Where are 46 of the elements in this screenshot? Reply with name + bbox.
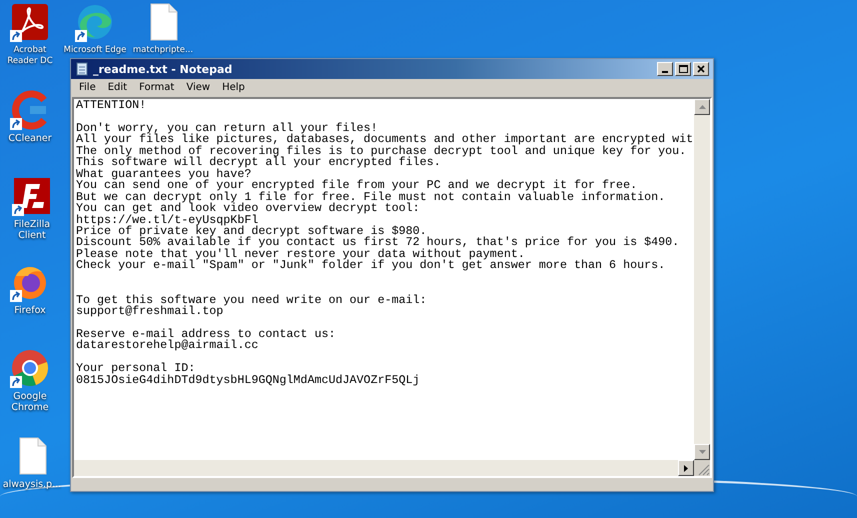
horizontal-scrollbar[interactable] xyxy=(74,460,694,476)
text-line: support@freshmail.top xyxy=(76,306,224,318)
close-icon xyxy=(697,65,705,73)
menu-item[interactable]: File xyxy=(73,81,102,94)
text-line: datarestorehelp@airmail.cc xyxy=(76,340,260,352)
text-line: Discount 50% available if you contact us first 72 hours, that's price for you is $490. xyxy=(76,237,680,249)
icon-label[interactable]: Microsoft Edge xyxy=(64,45,126,56)
menu-item[interactable]: Format xyxy=(133,81,180,94)
text-line: Reserve e-mail address to contact us: xyxy=(76,329,337,340)
icon-label[interactable]: Firefox xyxy=(14,305,46,316)
maximize-icon xyxy=(678,65,688,73)
icon-label[interactable]: CCleaner xyxy=(8,133,52,144)
text-line: All your files like pictures, databases, documents and other important are encrypted wit xyxy=(76,134,692,146)
browser-ball-icon[interactable] xyxy=(10,348,50,388)
minimize-button[interactable] xyxy=(657,62,673,76)
text-line: Please note that you'll never restore your data without payment. xyxy=(76,248,526,260)
menu-item[interactable]: Edit xyxy=(102,81,134,94)
fz-app-icon[interactable] xyxy=(12,176,52,216)
notepad-app-icon xyxy=(75,62,89,76)
scroll-right-icon[interactable] xyxy=(684,464,688,472)
text-line: You can send one of your encrypted file from your PC and we decrypt it for free. xyxy=(76,180,638,192)
text-line: This software will decrypt all your encrypted files. xyxy=(76,157,441,169)
menu-item[interactable]: View xyxy=(180,81,216,94)
text-line: The only method of recovering files is to purchase decrypt tool and unique key for you. xyxy=(76,146,688,158)
menu-item[interactable]: Help xyxy=(216,81,251,94)
text-line: Price of private key and decrypt software is $980. xyxy=(76,226,428,238)
text-line: Don't worry, you can return all your files! xyxy=(76,122,378,134)
text-line: But we can decrypt only 1 file for free. File must not contain valuable information. xyxy=(76,192,666,204)
text-line: What guarantees you have? xyxy=(76,168,252,180)
text-line: ATTENTION! xyxy=(76,100,148,112)
icon-label[interactable]: Acrobat Reader DC xyxy=(0,45,60,67)
icon-label[interactable]: FileZilla Client xyxy=(0,219,64,241)
icon-label[interactable]: matchpripte... xyxy=(132,45,194,56)
text-line: https://we.tl/t-eyUsqpKbFl xyxy=(76,214,258,226)
icon-label[interactable]: Google Chrome xyxy=(0,391,60,413)
pdf-app-icon[interactable] xyxy=(10,2,50,42)
icon-label[interactable]: alwaysis.p... xyxy=(2,479,62,490)
text-line: Check your e-mail "Spam" or "Junk" folder if you don't get answer more than 6 hours. xyxy=(76,260,666,272)
text-line: Your personal ID: xyxy=(76,363,196,375)
swirl-app-icon[interactable] xyxy=(75,2,115,42)
window-title: _readme.txt - Notepad xyxy=(93,62,234,76)
maximize-button[interactable] xyxy=(675,62,691,76)
text-line: To get this software you need write on our e-mail: xyxy=(76,294,428,306)
text-line: You can get and look video overview decrypt tool: xyxy=(76,203,421,215)
close-button[interactable] xyxy=(693,62,709,76)
text-line: 0815JOsieG4dihDTd9dtysbHL9GQNglMdAmcUdJAVOZrF5QLj xyxy=(76,374,421,386)
